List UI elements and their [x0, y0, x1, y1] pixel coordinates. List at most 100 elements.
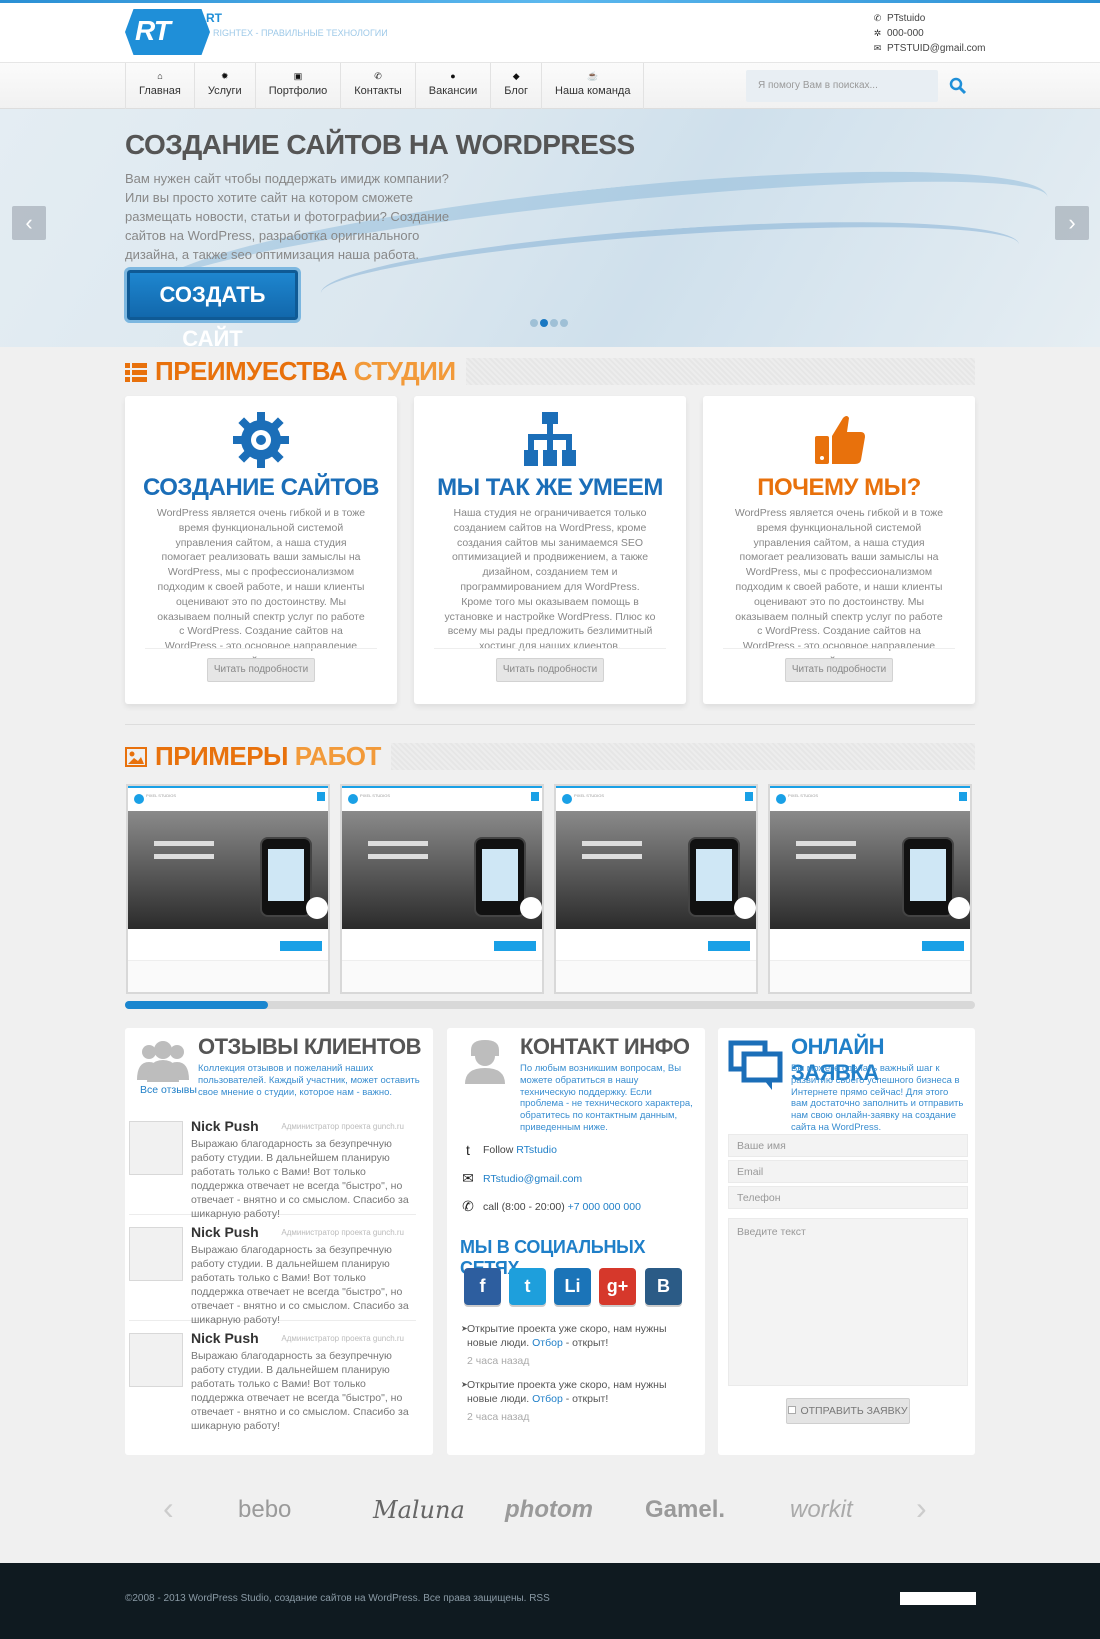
nav-item-vacancies[interactable]: ● Вакансии [414, 63, 491, 109]
contact-email[interactable]: ✉ PTSTUID@gmail.com [873, 41, 986, 56]
logo-superscript: RT [206, 11, 222, 25]
tweet-item: ➤ Открытие проекта уже скоро, нам нужны н… [461, 1378, 672, 1424]
reviews-panel: Все отзывы ОТЗЫВЫ КЛИЕНТОВ Коллекция отз… [125, 1028, 433, 1455]
image-icon [125, 747, 147, 767]
thumb-headline-lines [154, 841, 214, 859]
facebook-button[interactable]: f [464, 1268, 501, 1305]
email-link[interactable]: RTstudio@gmail.com [483, 1173, 582, 1185]
thumb-price [306, 897, 328, 919]
nav-item-home[interactable]: ⌂ Главная [125, 63, 194, 109]
linkedin-icon: Li [564, 1276, 581, 1296]
chevron-left-icon: ‹ [163, 1490, 174, 1526]
review-role: Администратор проекта gunch.ru [281, 1334, 404, 1343]
thumb-headline-lines [582, 841, 642, 859]
email-field[interactable]: Email [728, 1160, 968, 1183]
nav-label: Вакансии [428, 85, 478, 97]
googleplus-button[interactable]: g+ [599, 1268, 636, 1305]
section-title-a: ПРИМЕРЫ [155, 741, 289, 771]
brand-logo[interactable]: photom [505, 1496, 593, 1524]
portfolio-thumbnail[interactable]: PIXEL STUDIOS [554, 784, 758, 994]
brand-logo[interactable]: bebo [238, 1496, 291, 1524]
slider-prev-button[interactable]: ‹ [12, 206, 46, 240]
chevron-right-icon: › [916, 1490, 927, 1526]
linkedin-button[interactable]: Li [554, 1268, 591, 1305]
phone-field[interactable]: Телефон [728, 1186, 968, 1209]
portfolio-thumbnail[interactable]: PIXEL STUDIOS [340, 784, 544, 994]
brand-logo[interactable]: Gamel. [645, 1496, 725, 1524]
search-icon [949, 77, 967, 95]
tweet-link[interactable]: Отбор [532, 1337, 563, 1349]
copyright-text: ©2008 - 2013 WordPress Studio, создание … [125, 1593, 550, 1604]
twitter-button[interactable]: t [509, 1268, 546, 1305]
brands-next-button[interactable]: › [916, 1490, 927, 1527]
twitter-icon: t [524, 1276, 531, 1296]
phone-link[interactable]: +7 000 000 000 [568, 1201, 641, 1213]
nav-label: Контакты [354, 85, 402, 97]
slider-dot[interactable] [530, 319, 538, 327]
tweet-link[interactable]: Отбор [532, 1393, 563, 1405]
avatar [129, 1333, 183, 1387]
scrollbar-thumb[interactable] [125, 1001, 268, 1009]
mail-icon: ✉ [462, 1170, 474, 1186]
submit-order-button[interactable]: ОТПРАВИТЬ ЗАЯВКУ [786, 1398, 910, 1424]
all-reviews-link[interactable]: Все отзывы [140, 1084, 197, 1096]
divider [145, 648, 377, 649]
card-text: WordPress является очень гибкой и в тоже… [156, 507, 366, 667]
portfolio-thumbnail[interactable]: PIXEL STUDIOS [768, 784, 972, 994]
slider-dot[interactable] [560, 319, 568, 327]
skype-icon: ✆ [873, 13, 882, 23]
panel-title: ОТЗЫВЫ КЛИЕНТОВ [198, 1034, 422, 1059]
brands-prev-button[interactable]: ‹ [163, 1490, 174, 1527]
users-icon [137, 1041, 189, 1082]
tag-icon: ◆ [512, 71, 520, 81]
read-more-button[interactable]: Читать подробности [496, 658, 604, 682]
portfolio-thumbnail[interactable]: PIXEL STUDIOS [126, 784, 330, 994]
review-text: Выражаю благодарность за безупречную раб… [191, 1350, 409, 1432]
thumb-header: PIXEL STUDIOS [770, 786, 970, 811]
thumb-form [128, 929, 328, 961]
site-header: RT RT RIGHTEX - ПРАВИЛЬНЫЕ ТЕХНОЛОГИИ ✆ P… [0, 3, 1100, 62]
slider-dot-active[interactable] [540, 319, 548, 327]
divider [723, 648, 955, 649]
thumb-brand: PIXEL STUDIOS [146, 793, 177, 798]
follow-link[interactable]: RTstudio [516, 1144, 557, 1156]
tweet-post: - открыт! [562, 1337, 609, 1349]
review-item: Nick Push Администратор проекта gunch.ru… [129, 1116, 416, 1220]
chevron-right-icon: › [1068, 210, 1076, 235]
create-site-button[interactable]: СОЗДАТЬ САЙТ [127, 270, 298, 347]
nav-item-services[interactable]: ✹ Услуги [193, 63, 255, 109]
checkbox-icon [788, 1406, 797, 1414]
review-name: Nick Push [191, 1224, 259, 1240]
name-field[interactable]: Ваше имя [728, 1134, 968, 1157]
slider-dot[interactable] [550, 319, 558, 327]
vk-button[interactable]: B [645, 1268, 682, 1305]
site-footer: ©2008 - 2013 WordPress Studio, создание … [0, 1563, 1100, 1639]
nav-item-blog[interactable]: ◆ Блог [490, 63, 541, 109]
review-name: Nick Push [191, 1330, 259, 1346]
nav-item-team[interactable]: ☕ Наша команда [541, 63, 645, 109]
submit-label: ОТПРАВИТЬ ЗАЯВКУ [800, 1405, 908, 1417]
read-more-button[interactable]: Читать подробности [785, 658, 893, 682]
thumb-hero [556, 811, 756, 929]
nav-item-contacts[interactable]: ✆ Контакты [340, 63, 415, 109]
search-button[interactable] [944, 71, 972, 101]
brand-logo[interactable]: Maluna [373, 1496, 465, 1524]
contact-email: ✉ RTstudio@gmail.com [461, 1170, 582, 1187]
thumb-brand: PIXEL STUDIOS [788, 793, 819, 798]
thumb-search [317, 792, 325, 801]
card-title: МЫ ТАК ЖЕ УМЕЕМ [437, 474, 663, 501]
brand-logo[interactable]: workit [790, 1496, 853, 1524]
search-input[interactable]: Я помогу Вам в поисках... [746, 70, 938, 102]
works-heading: ПРИМЕРЫ РАБОТ [125, 743, 975, 770]
nav-item-portfolio[interactable]: ▣ Портфолио [254, 63, 341, 109]
works-scrollbar[interactable] [125, 1001, 975, 1009]
read-more-button[interactable]: Читать подробности [207, 658, 315, 682]
advantage-card: ПОЧЕМУ МЫ? WordPress является очень гибк… [703, 396, 975, 704]
thumb-hero [128, 811, 328, 929]
home-icon: ⌂ [157, 71, 163, 81]
order-panel: ОНЛАЙН ЗАЯВКА Вы можете сделать важный ш… [718, 1028, 975, 1455]
slider-next-button[interactable]: › [1055, 206, 1089, 240]
tweet-time: 2 часа назад [467, 1355, 530, 1367]
message-textarea[interactable]: Введите текст [728, 1218, 968, 1386]
footer-badge[interactable] [900, 1592, 976, 1605]
